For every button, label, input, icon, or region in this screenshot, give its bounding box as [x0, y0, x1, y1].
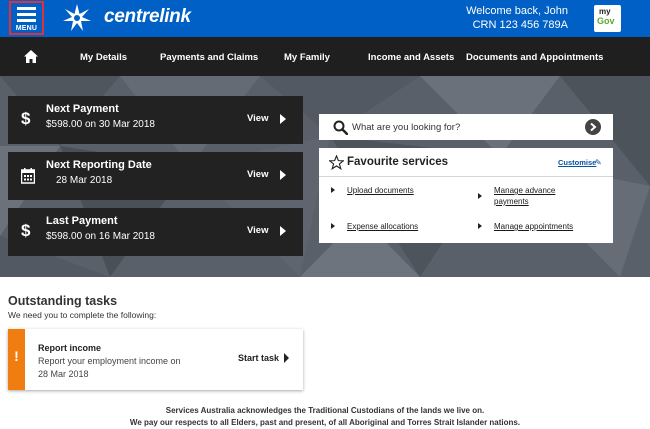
- payment-amount-line: $598.00 on 16 Mar 2018: [46, 231, 155, 242]
- chevron-right-icon: [280, 226, 286, 236]
- bullet-arrow-icon: [331, 223, 335, 229]
- acknowledgement-line-2: We pay our respects to all Elders, past …: [129, 418, 521, 427]
- outstanding-tasks-title: Outstanding tasks: [8, 294, 118, 308]
- view-button[interactable]: View: [247, 169, 268, 180]
- exclamation-icon: !: [14, 348, 19, 364]
- bullet-arrow-icon: [478, 223, 482, 229]
- fav-upload-documents-link[interactable]: Upload documents: [347, 185, 414, 196]
- favourites-title: Favourite services: [347, 156, 449, 168]
- customise-link[interactable]: Customise: [558, 158, 596, 167]
- view-button[interactable]: View: [247, 113, 268, 124]
- menu-button[interactable]: MENU: [9, 1, 44, 35]
- nav-payments-and-claims[interactable]: Payments and Claims: [160, 52, 258, 63]
- task-title: Report income: [38, 343, 102, 353]
- hamburger-icon: [17, 7, 36, 10]
- crn-text: CRN 123 456 789A: [472, 19, 568, 31]
- payment-title: Next Reporting Date: [46, 159, 152, 171]
- payment-amount: $598.00: [46, 119, 83, 130]
- centrelink-star-logo-icon[interactable]: [62, 3, 92, 33]
- welcome-block: Welcome back, John CRN 123 456 789A: [466, 4, 568, 32]
- home-icon[interactable]: [24, 50, 38, 63]
- nav-my-details[interactable]: My Details: [80, 52, 127, 63]
- welcome-text: Welcome back, John: [466, 5, 568, 17]
- start-task-button[interactable]: Start task: [238, 353, 279, 363]
- bullet-arrow-icon: [331, 187, 335, 193]
- pencil-icon[interactable]: ✎: [595, 158, 602, 167]
- search-placeholder: What are you looking for?: [352, 122, 461, 133]
- payment-on-label: on: [84, 231, 97, 242]
- menu-label: MENU: [15, 25, 38, 32]
- payment-title: Last Payment: [46, 215, 118, 227]
- chevron-right-icon: [284, 353, 289, 363]
- fav-expense-allocations-link[interactable]: Expense allocations: [347, 221, 418, 232]
- divider: [319, 176, 613, 177]
- fav-manage-advance-payments-link[interactable]: Manage advance payments: [494, 185, 574, 207]
- nav-my-family[interactable]: My Family: [284, 52, 330, 63]
- brand-name[interactable]: centrelink: [104, 6, 191, 28]
- view-button[interactable]: View: [247, 225, 268, 236]
- calendar-icon: [21, 168, 35, 184]
- top-header: MENU centrelink Welcome back, John CRN 1…: [0, 0, 650, 37]
- dollar-icon: $: [21, 221, 31, 240]
- task-date: 28 Mar 2018: [38, 369, 89, 379]
- search-go-icon[interactable]: [585, 119, 601, 135]
- payment-title: Next Payment: [46, 103, 119, 115]
- payment-on-label: on: [84, 119, 97, 130]
- mygov-logo-top: my: [599, 7, 611, 16]
- mygov-logo-bottom: Gov: [597, 16, 615, 26]
- search-input[interactable]: What are you looking for?: [319, 114, 613, 140]
- payment-amount-line: $598.00 on 30 Mar 2018: [46, 119, 155, 130]
- payment-amount: $598.00: [46, 231, 83, 242]
- next-reporting-date-card[interactable]: Next Reporting Date 28 Mar 2018 View: [8, 152, 303, 200]
- chevron-right-icon: [280, 114, 286, 124]
- acknowledgement-of-country: Services Australia acknowledges the Trad…: [0, 405, 650, 429]
- main-nav: My Details Payments and Claims My Family…: [0, 37, 650, 76]
- next-payment-card[interactable]: $ Next Payment $598.00 on 30 Mar 2018 Vi…: [8, 96, 303, 144]
- task-description-text: Report your employment income on: [38, 356, 181, 366]
- search-icon: [333, 120, 348, 135]
- hamburger-icon-bar: [17, 19, 36, 22]
- task-description: Report your employment income on 28 Mar …: [38, 355, 198, 381]
- hamburger-icon-bar: [17, 13, 36, 16]
- outstanding-tasks-subtitle: We need you to complete the following:: [8, 310, 157, 320]
- nav-documents-and-appointments[interactable]: Documents and Appointments: [466, 52, 603, 63]
- payment-date: 30 Mar 2018: [98, 119, 155, 130]
- reporting-date: 28 Mar 2018: [56, 175, 113, 186]
- star-icon: [329, 155, 344, 170]
- chevron-right-icon: [280, 170, 286, 180]
- mygov-logo[interactable]: my Gov: [594, 5, 621, 32]
- report-income-task-card[interactable]: ! Report income Report your employment i…: [8, 329, 303, 390]
- bullet-arrow-icon: [478, 193, 482, 199]
- payment-date: 16 Mar 2018: [98, 231, 155, 242]
- dollar-icon: $: [21, 109, 31, 128]
- acknowledgement-line-1: Services Australia acknowledges the Trad…: [165, 406, 485, 415]
- fav-manage-appointments-link[interactable]: Manage appointments: [494, 221, 573, 232]
- favourite-services-panel: Favourite services Customise ✎ Upload do…: [319, 148, 613, 243]
- last-payment-card[interactable]: $ Last Payment $598.00 on 16 Mar 2018 Vi…: [8, 208, 303, 256]
- nav-income-and-assets[interactable]: Income and Assets: [368, 52, 454, 63]
